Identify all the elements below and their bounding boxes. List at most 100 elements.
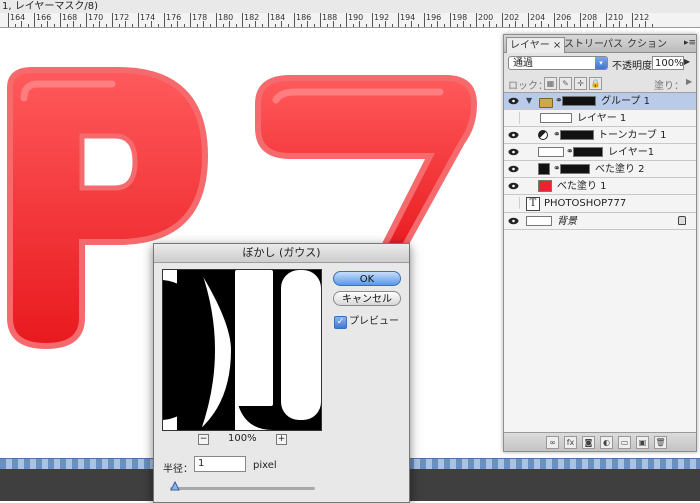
visibility-toggle-empty[interactable] (507, 197, 520, 209)
ruler-label: 168 (62, 13, 78, 22)
ruler-minor-tick (521, 24, 523, 27)
lock-all-icon[interactable]: 🔒 (589, 77, 602, 90)
ruler-minor-tick (391, 24, 393, 27)
ruler-major-tick (242, 13, 243, 27)
dialog-title: ぼかし (ガウス) (154, 244, 409, 263)
ruler-label: 198 (452, 13, 468, 22)
eye-icon[interactable] (508, 182, 519, 190)
ruler-minor-tick (313, 24, 315, 27)
zoom-in-button[interactable]: + (276, 434, 287, 445)
ruler-major-tick (34, 13, 35, 27)
ruler-major-tick (8, 13, 9, 27)
mask-thumbnail (560, 164, 590, 174)
mask-thumbnail (573, 147, 603, 157)
ruler-major-tick (476, 13, 477, 27)
eye-icon[interactable] (508, 217, 519, 225)
ruler-minor-tick (404, 24, 406, 27)
radius-slider-track[interactable] (170, 487, 315, 490)
ruler-minor-tick (385, 21, 386, 27)
ruler-major-tick (216, 13, 217, 27)
ruler-minor-tick (229, 21, 230, 27)
ruler-major-tick (164, 13, 165, 27)
ruler-minor-tick (567, 21, 568, 27)
new-layer-icon[interactable]: ▣ (636, 436, 649, 449)
tab-layers[interactable]: レイヤー × (506, 37, 566, 53)
panel-footer-toolbar: ∞ fx ◙ ◐ ▭ ▣ 🗑 (504, 432, 696, 451)
ok-button[interactable]: OK (333, 271, 401, 286)
layer-name: べた塗り 1 (557, 181, 607, 192)
cancel-button[interactable]: キャンセル (333, 291, 401, 306)
ruler-minor-tick (489, 21, 490, 27)
link-chain-icon: ⚭ (553, 130, 561, 140)
radius-slider-thumb[interactable] (170, 481, 180, 491)
lock-pixels-icon[interactable]: ✎ (559, 77, 572, 90)
eye-icon[interactable] (508, 148, 519, 156)
ruler-major-tick (632, 13, 633, 27)
ruler-minor-tick (92, 24, 94, 27)
link-layers-icon[interactable]: ∞ (546, 436, 559, 449)
ruler-minor-tick (417, 24, 419, 27)
ruler-minor-tick (144, 24, 146, 27)
ruler-minor-tick (125, 21, 126, 27)
ruler-major-tick (190, 13, 191, 27)
trash-icon[interactable]: 🗑 (654, 436, 667, 449)
radius-field[interactable]: 1 (194, 456, 246, 472)
ruler-minor-tick (47, 21, 48, 27)
ruler-label: 206 (556, 13, 572, 22)
text-layer-icon: T (526, 197, 540, 211)
ruler-minor-tick (222, 24, 224, 27)
new-group-icon[interactable]: ▭ (618, 436, 631, 449)
opacity-slider-arrow-icon[interactable]: ▶ (684, 57, 690, 66)
tab-actions[interactable]: クション (624, 37, 670, 52)
link-chain-icon: ⚭ (553, 164, 561, 174)
expand-triangle-icon[interactable]: ▼ (526, 96, 532, 105)
layer-row-layer1[interactable]: ⚭ レイヤー1 (504, 144, 696, 161)
layer-row-background[interactable]: 背景 (504, 213, 696, 230)
eye-icon[interactable] (508, 131, 519, 139)
ruler-minor-tick (281, 21, 282, 27)
ruler-minor-tick (645, 21, 646, 27)
ruler-major-tick (450, 13, 451, 27)
ruler-minor-tick (560, 24, 562, 27)
layer-row-layer-1[interactable]: レイヤー 1 (504, 110, 696, 127)
ruler-major-tick (580, 13, 581, 27)
ruler-major-tick (86, 13, 87, 27)
ruler-minor-tick (105, 24, 107, 27)
ruler-major-tick (138, 13, 139, 27)
blur-preview[interactable] (162, 269, 322, 431)
ruler-minor-tick (586, 24, 588, 27)
panel-menu-icon[interactable]: ▸≡ (684, 38, 696, 48)
fill-slider-arrow-icon[interactable]: ▶ (686, 77, 692, 86)
layer-row-text[interactable]: T PHOTOSHOP777 (504, 195, 696, 213)
radius-label: 半径： (163, 464, 193, 475)
layer-style-fx-icon[interactable]: fx (564, 436, 577, 449)
preview-checkbox[interactable]: ✓ (334, 316, 347, 329)
ruler-minor-tick (593, 21, 594, 27)
blend-mode-select[interactable]: 通過 ▾ (508, 56, 608, 70)
ruler-label: 212 (634, 13, 650, 22)
chevron-down-icon: ▾ (595, 57, 607, 69)
lock-transparency-icon[interactable]: ▦ (544, 77, 557, 90)
ruler-minor-tick (40, 24, 42, 27)
eye-icon[interactable] (508, 165, 519, 173)
visibility-toggle-empty[interactable] (507, 112, 520, 124)
ruler-minor-tick (326, 24, 328, 27)
ruler-label: 204 (530, 13, 546, 22)
ruler-minor-tick (235, 24, 237, 27)
zoom-out-button[interactable]: − (198, 434, 209, 445)
opacity-field[interactable]: 100% (652, 56, 684, 70)
layer-row-fill-1[interactable]: べた塗り 1 (504, 178, 696, 195)
ruler-minor-tick (534, 24, 536, 27)
adjustment-layer-icon[interactable]: ◐ (600, 436, 613, 449)
eye-icon[interactable] (508, 97, 519, 105)
add-mask-icon[interactable]: ◙ (582, 436, 595, 449)
lock-position-icon[interactable]: ✛ (574, 77, 587, 90)
layer-row-tone-curve-1[interactable]: ⚭ トーンカーブ 1 (504, 127, 696, 144)
layer-row-group-1[interactable]: ▼ ⚭ グループ 1 (504, 93, 696, 110)
layer-thumbnail (538, 147, 564, 157)
ruler-minor-tick (209, 24, 211, 27)
layer-row-fill-2[interactable]: ⚭ べた塗り 2 (504, 161, 696, 178)
ruler-label: 188 (322, 13, 338, 22)
ruler-label: 174 (140, 13, 156, 22)
tab-paths[interactable]: パス (600, 37, 626, 52)
